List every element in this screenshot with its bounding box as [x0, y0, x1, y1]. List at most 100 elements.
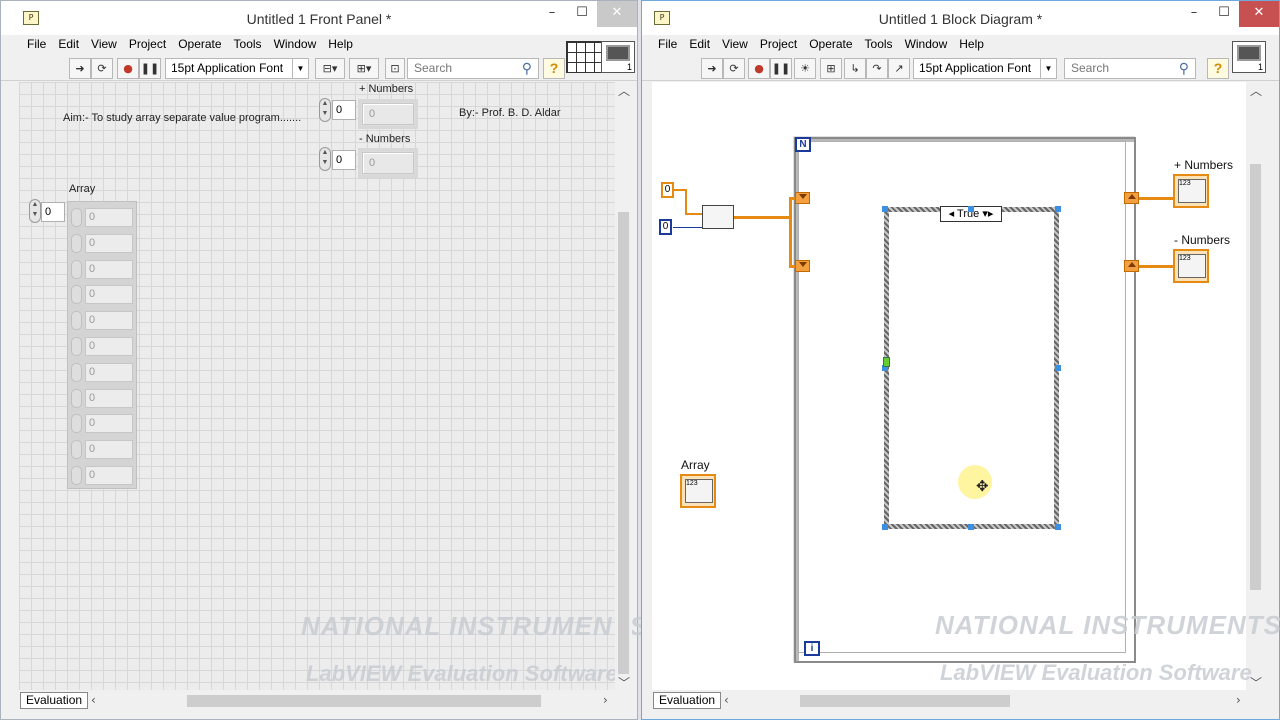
array-wire[interactable] — [1139, 197, 1173, 200]
search-input[interactable]: Search ⚲ — [1064, 58, 1196, 79]
array-element[interactable]: 0 — [85, 311, 133, 331]
scroll-left-icon[interactable]: ‹ — [724, 693, 729, 707]
menu-view[interactable]: View — [716, 35, 754, 55]
menu-edit[interactable]: Edit — [683, 35, 716, 55]
resize-handle[interactable] — [968, 206, 974, 212]
scroll-down-icon[interactable]: ﹀ — [1250, 674, 1262, 691]
front-panel-titlebar[interactable]: P Untitled 1 Front Panel * – ☐ ✕ — [1, 1, 637, 35]
hscroll-thumb[interactable] — [187, 695, 541, 707]
vscroll-thumb[interactable] — [1250, 164, 1261, 590]
menu-tools[interactable]: Tools — [228, 35, 268, 55]
pause-icon[interactable]: ❚❚ — [770, 58, 792, 79]
block-diagram-vscroll[interactable]: ︿ ﹀ — [1247, 82, 1264, 690]
run-arrow-icon[interactable]: ➜ — [701, 58, 723, 79]
array-element-stepper[interactable] — [71, 414, 82, 434]
resize-handle[interactable] — [882, 524, 888, 530]
array-element-stepper[interactable] — [71, 440, 82, 460]
abort-icon[interactable]: ● — [748, 58, 770, 79]
element-constant[interactable]: 0 — [659, 219, 672, 235]
resize-handle[interactable] — [968, 524, 974, 530]
menu-operate[interactable]: Operate — [803, 35, 858, 55]
connector-pane-icon[interactable] — [566, 41, 602, 73]
array-element[interactable]: 0 — [85, 259, 133, 279]
array-wire[interactable] — [1139, 265, 1173, 268]
output-tunnel[interactable] — [1124, 260, 1139, 272]
hscroll-thumb[interactable] — [800, 695, 1010, 707]
step-over-icon[interactable]: ↷ — [866, 58, 888, 79]
resize-handle[interactable] — [1055, 206, 1061, 212]
array-element-stepper[interactable] — [71, 311, 82, 331]
scroll-right-icon[interactable]: › — [1236, 693, 1241, 707]
menu-window[interactable]: Window — [268, 35, 323, 55]
array-element[interactable]: 0 — [85, 388, 133, 408]
scroll-right-icon[interactable]: › — [603, 693, 608, 707]
menu-tools[interactable]: Tools — [859, 35, 899, 55]
search-icon[interactable]: ⚲ — [522, 59, 532, 78]
wire[interactable] — [685, 189, 687, 214]
scroll-down-icon[interactable]: ﹀ — [618, 674, 630, 691]
menu-view[interactable]: View — [85, 35, 123, 55]
menu-operate[interactable]: Operate — [172, 35, 227, 55]
menu-help[interactable]: Help — [953, 35, 990, 55]
input-tunnel[interactable] — [795, 260, 810, 272]
plus-index-stepper[interactable]: ▲ ▼ — [319, 98, 331, 122]
menu-edit[interactable]: Edit — [52, 35, 85, 55]
vscroll-thumb[interactable] — [618, 212, 629, 674]
close-button[interactable]: ✕ — [1239, 1, 1279, 27]
plus-numbers-terminal[interactable]: 123 — [1173, 174, 1209, 208]
wire[interactable] — [673, 227, 703, 228]
minus-index-field[interactable]: 0 — [332, 150, 356, 170]
case-dropdown-icon[interactable]: ▾▸ — [982, 208, 993, 220]
array-element-stepper[interactable] — [71, 466, 82, 485]
input-tunnel[interactable] — [795, 192, 810, 204]
vi-icon[interactable]: 1 — [1232, 41, 1266, 73]
scroll-left-icon[interactable]: ‹ — [91, 693, 96, 707]
array-element-stepper[interactable] — [71, 362, 82, 382]
array-element-stepper[interactable] — [71, 233, 82, 253]
array-element-stepper[interactable] — [71, 388, 82, 408]
distribute-objects-icon[interactable]: ⊞▾ — [349, 58, 379, 79]
array-element[interactable]: 0 — [85, 208, 133, 227]
iteration-terminal[interactable]: i — [804, 641, 820, 656]
minimize-button[interactable]: – — [1179, 1, 1209, 27]
close-button[interactable]: ✕ — [597, 1, 637, 27]
array-element[interactable]: 0 — [85, 337, 133, 356]
initialize-array-node[interactable] — [702, 205, 734, 229]
front-panel-hscroll[interactable]: Evaluation ‹ › — [19, 692, 615, 710]
run-continuously-icon[interactable]: ⟳ — [723, 58, 745, 79]
maximize-button[interactable]: ☐ — [567, 1, 597, 27]
scroll-up-icon[interactable]: ︿ — [1250, 82, 1262, 99]
array-wire[interactable] — [789, 197, 792, 268]
menu-help[interactable]: Help — [322, 35, 359, 55]
pause-icon[interactable]: ❚❚ — [139, 58, 161, 79]
vi-icon[interactable]: 1 — [601, 41, 635, 73]
array-element[interactable]: 0 — [85, 285, 133, 305]
block-diagram-hscroll[interactable]: Evaluation ‹ › — [652, 692, 1246, 710]
block-diagram-titlebar[interactable]: P Untitled 1 Block Diagram * – ☐ ✕ — [642, 1, 1279, 35]
count-terminal[interactable]: N — [795, 137, 811, 152]
plus-index-field[interactable]: 0 — [332, 100, 356, 120]
array-index-field[interactable]: 0 — [41, 202, 65, 222]
array-element-stepper[interactable] — [71, 285, 82, 305]
context-help-icon[interactable]: ? — [1207, 58, 1229, 79]
step-into-icon[interactable]: ↳ — [844, 58, 866, 79]
dimension-size-constant[interactable]: 0 — [661, 182, 674, 198]
array-index-stepper[interactable]: ▲ ▼ — [29, 199, 41, 223]
search-input[interactable]: Search ⚲ — [407, 58, 539, 79]
run-arrow-icon[interactable]: ➜ — [69, 58, 91, 79]
array-element[interactable]: 0 — [85, 440, 133, 460]
case-selector-terminal[interactable] — [883, 357, 890, 367]
resize-handle[interactable] — [882, 206, 888, 212]
array-element-stepper[interactable] — [71, 259, 82, 279]
highlight-execution-icon[interactable]: ☀ — [794, 58, 816, 79]
decrement-case-icon[interactable]: ◂ — [949, 208, 955, 220]
search-icon[interactable]: ⚲ — [1179, 59, 1189, 78]
array-wire[interactable] — [734, 216, 790, 219]
array-element[interactable]: 0 — [85, 414, 133, 434]
retain-wire-values-icon[interactable]: ⊞ — [820, 58, 842, 79]
wire[interactable] — [685, 213, 703, 215]
align-objects-icon[interactable]: ⊟▾ — [315, 58, 345, 79]
step-out-icon[interactable]: ↗ — [888, 58, 910, 79]
minimize-button[interactable]: – — [537, 1, 567, 27]
output-tunnel[interactable] — [1124, 192, 1139, 204]
